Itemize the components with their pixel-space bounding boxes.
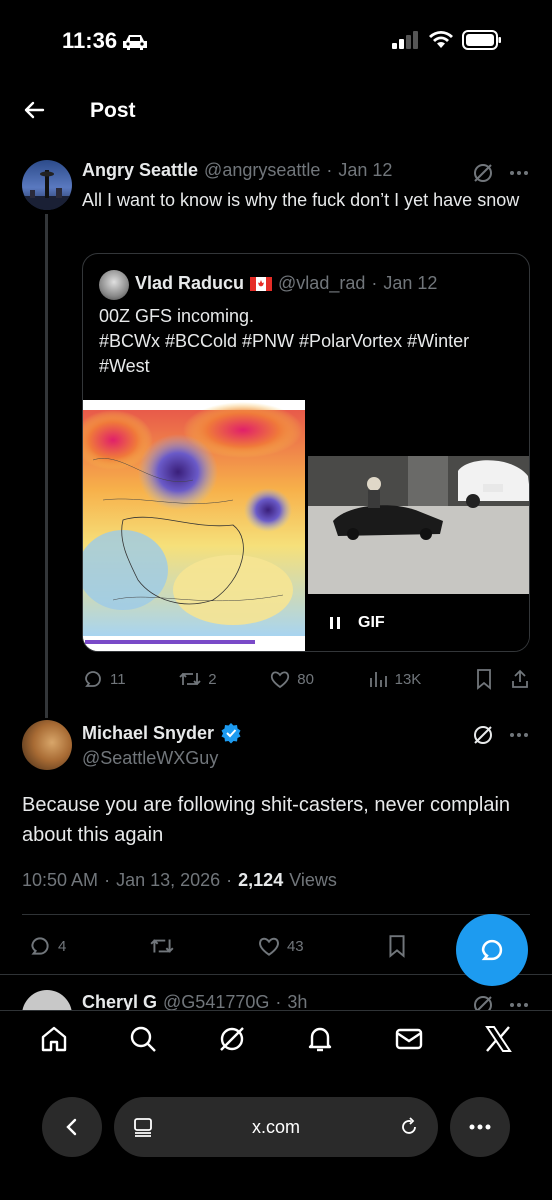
avatar[interactable] <box>22 720 72 770</box>
views-label: Views <box>289 870 337 890</box>
tweet-meta: 10:50 AM · Jan 13, 2026 · 2,124 Views <box>22 870 337 891</box>
author-handle[interactable]: @SeattleWXGuy <box>82 748 218 769</box>
author-name[interactable]: Angry Seattle <box>82 160 198 181</box>
bookmark-button[interactable] <box>386 934 408 958</box>
views-count: 2,124 <box>238 870 284 890</box>
grok-icon[interactable] <box>472 162 494 184</box>
compose-reply-button[interactable] <box>456 914 528 986</box>
battery-icon <box>462 30 501 50</box>
tweet-top-actions <box>472 724 530 746</box>
heart-icon <box>271 671 290 689</box>
wifi-icon <box>429 31 453 48</box>
repost-count: 2 <box>208 670 217 688</box>
author-handle[interactable]: @angryseattle <box>204 160 320 181</box>
quote-date: Jan 12 <box>383 273 438 293</box>
like-count: 80 <box>297 670 314 688</box>
quote-header: Vlad Raducu @vlad_rad · Jan 12 <box>135 273 437 294</box>
repost-icon <box>179 672 201 686</box>
like-button[interactable]: 43 <box>257 934 304 958</box>
share-group <box>474 668 530 690</box>
separator-dot: · <box>371 273 378 293</box>
messages-icon[interactable] <box>394 1024 424 1054</box>
reply-button[interactable]: 4 <box>28 934 66 958</box>
tweet-actions: 11 2 80 13K <box>82 668 530 690</box>
quote-avatar <box>99 270 129 300</box>
repost-button[interactable]: 2 <box>178 668 217 690</box>
canada-flag-icon <box>250 276 273 291</box>
reply-count: 11 <box>110 670 126 688</box>
separator-dot: · <box>104 870 111 890</box>
gif-label-row: GIF <box>328 614 385 632</box>
grok-icon[interactable] <box>472 724 494 746</box>
weather-map-image[interactable] <box>83 400 305 651</box>
page-title: Post <box>90 99 136 122</box>
browser-more-button[interactable] <box>450 1097 510 1157</box>
author-name[interactable]: Michael Snyder <box>82 723 214 744</box>
avatar[interactable] <box>22 160 72 210</box>
reload-icon <box>402 1117 416 1134</box>
separator-dot: · <box>326 160 333 180</box>
quote-text-line: 00Z GFS incoming. <box>99 306 255 326</box>
bookmark-icon <box>389 935 405 958</box>
verified-badge-icon <box>221 723 241 744</box>
repost-button[interactable] <box>149 934 175 958</box>
bookmark-icon[interactable] <box>474 668 494 690</box>
url-text[interactable]: x.com <box>252 1117 300 1138</box>
browser-bar: x.com <box>42 1097 510 1157</box>
nav-icons <box>0 1024 552 1054</box>
x-logo-icon[interactable] <box>483 1024 513 1054</box>
author-row: Michael Snyder <box>82 722 242 744</box>
tweet-date[interactable]: Jan 12 <box>338 160 392 181</box>
tweet-text: All I want to know is why the fuck don’t… <box>82 190 520 210</box>
notifications-icon[interactable] <box>305 1024 335 1054</box>
more-icon[interactable] <box>508 162 530 184</box>
gif-label: GIF <box>358 614 385 631</box>
reply-icon <box>85 671 101 687</box>
grok-icon[interactable] <box>217 1024 247 1054</box>
quote-hashtags[interactable]: #BCWx #BCCold #PNW #PolarVortex #Winter <box>99 329 519 354</box>
more-icon[interactable] <box>508 724 530 746</box>
views-count: 13K <box>394 670 422 688</box>
back-arrow-icon[interactable] <box>22 98 46 122</box>
tweet-text: Because you are following shit-casters, … <box>22 794 511 846</box>
reply-count: 4 <box>58 937 67 955</box>
heart-icon <box>259 937 279 956</box>
like-button[interactable]: 80 <box>269 668 314 690</box>
home-icon[interactable] <box>39 1024 69 1054</box>
browser-back-button[interactable] <box>42 1097 102 1157</box>
search-icon[interactable] <box>128 1024 158 1054</box>
separator-dot: · <box>226 870 233 890</box>
quote-hashtags[interactable]: #West <box>99 354 519 379</box>
tweet-date[interactable]: Jan 13, 2026 <box>116 870 220 891</box>
divider <box>22 914 530 915</box>
reader-icon <box>134 1118 152 1137</box>
status-icons <box>392 30 502 50</box>
quoted-tweet[interactable]: Vlad Raducu @vlad_rad · Jan 12 00Z GFS i… <box>82 253 530 652</box>
gif-media[interactable] <box>308 456 529 594</box>
quote-text: 00Z GFS incoming. #BCWx #BCCold #PNW #Po… <box>99 304 519 379</box>
signal-icon <box>392 31 418 49</box>
tweet-actions: 4 43 <box>28 934 408 958</box>
views-button[interactable]: 13K <box>367 668 422 690</box>
more-icon <box>469 1124 491 1130</box>
chevron-left-icon <box>66 1118 77 1136</box>
reply-button[interactable]: 11 <box>82 668 126 690</box>
tweet-top-actions <box>472 162 530 184</box>
car-icon <box>122 33 148 51</box>
like-count: 43 <box>286 937 304 955</box>
repost-icon <box>150 939 174 953</box>
thread-line <box>45 214 48 718</box>
quote-author-name: Vlad Raducu <box>135 273 245 293</box>
views-icon <box>369 672 387 687</box>
quote-author-handle: @vlad_rad <box>278 273 366 293</box>
tweet-time[interactable]: 10:50 AM <box>22 870 98 891</box>
address-bar[interactable]: x.com <box>114 1097 438 1157</box>
reply-icon <box>31 937 49 955</box>
pause-icon[interactable] <box>328 616 342 630</box>
status-time: 11:36 <box>62 28 118 53</box>
share-icon[interactable] <box>510 668 530 690</box>
tweet-header: Angry Seattle @angryseattle · Jan 12 <box>82 160 392 181</box>
reply-bubble-icon <box>481 939 503 961</box>
